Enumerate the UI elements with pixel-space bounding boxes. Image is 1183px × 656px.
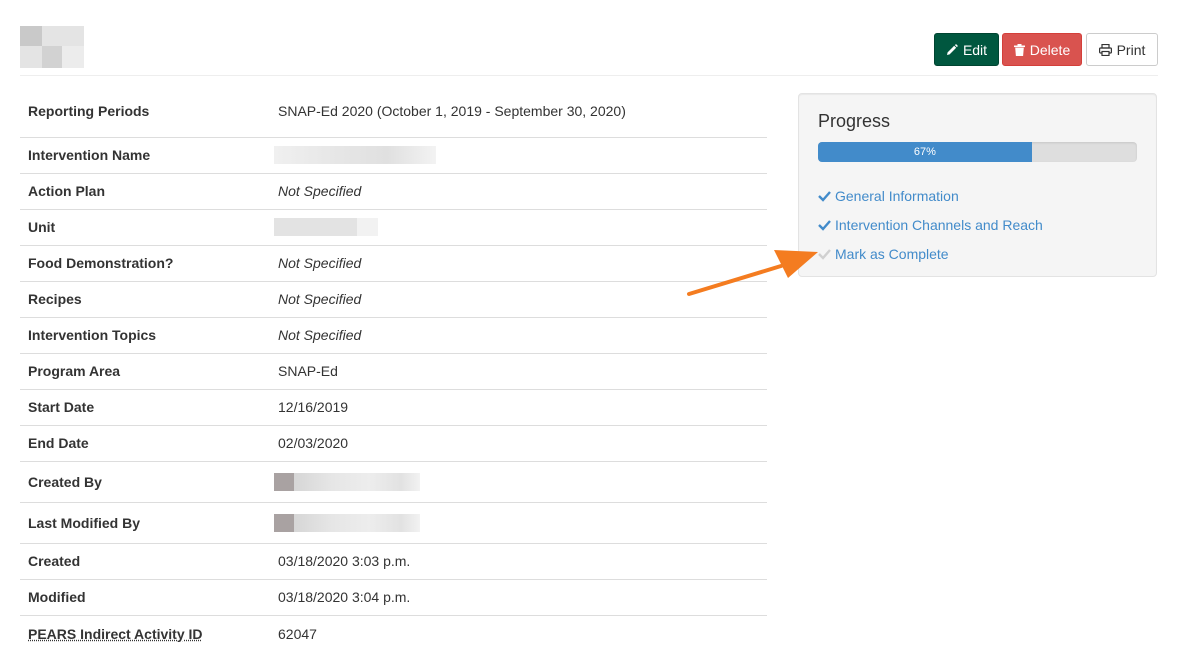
delete-button[interactable]: Delete	[1002, 33, 1082, 66]
row-value	[270, 137, 767, 173]
row-label: Action Plan	[28, 183, 106, 199]
step-intervention-channels: Intervention Channels and Reach	[818, 210, 1043, 239]
progress-bar-fill: 67%	[818, 142, 1032, 162]
table-row: Reporting Periods SNAP-Ed 2020 (October …	[20, 86, 767, 137]
table-row: Created 03/18/2020 3:03 p.m.	[20, 543, 767, 579]
step-link-general-information[interactable]: General Information	[835, 188, 959, 204]
mark-as-complete-link[interactable]: Mark as Complete	[835, 246, 949, 262]
table-row: PEARS Indirect Activity ID 62047	[20, 615, 767, 652]
edit-button-label: Edit	[962, 41, 988, 58]
row-label: Start Date	[28, 399, 95, 415]
row-value: 12/16/2019	[278, 399, 349, 415]
row-label: End Date	[28, 435, 89, 451]
row-value	[270, 461, 767, 502]
table-row: Recipes Not Specified	[20, 281, 767, 317]
print-button-label: Print	[1116, 41, 1146, 58]
redacted-value	[274, 472, 420, 491]
row-label: Recipes	[28, 291, 82, 307]
edit-button[interactable]: Edit	[934, 33, 999, 66]
row-label: Modified	[28, 589, 86, 605]
row-label: Unit	[28, 219, 56, 235]
abbreviation-label[interactable]: PEARS Indirect Activity ID	[28, 626, 203, 642]
redacted-value	[274, 218, 378, 237]
step-link-intervention-channels[interactable]: Intervention Channels and Reach	[835, 217, 1043, 233]
page-title-redacted	[20, 26, 84, 68]
redacted-value	[274, 146, 436, 165]
row-value: 02/03/2020	[278, 435, 349, 451]
details-table: Reporting Periods SNAP-Ed 2020 (October …	[20, 86, 767, 652]
header-divider	[20, 75, 1158, 76]
check-icon	[818, 218, 831, 231]
step-mark-as-complete: Mark as Complete	[818, 239, 1043, 268]
row-value	[270, 502, 767, 543]
check-icon	[818, 189, 831, 202]
progress-panel: Progress 67% General Information Interve…	[798, 93, 1157, 277]
row-label: Reporting Periods	[28, 103, 150, 120]
delete-button-label: Delete	[1029, 41, 1071, 58]
print-button[interactable]: Print	[1086, 33, 1158, 66]
table-row: Last Modified By	[20, 502, 767, 543]
row-label: Last Modified By	[28, 514, 141, 531]
row-label: Intervention Name	[28, 147, 151, 163]
table-row: Unit	[20, 209, 767, 245]
row-value: 03/18/2020 3:04 p.m.	[278, 589, 411, 605]
progress-title: Progress	[818, 111, 891, 131]
progress-percent: 67%	[913, 146, 936, 158]
row-value: SNAP-Ed	[278, 363, 338, 379]
arrow-icon	[686, 238, 820, 301]
pencil-icon	[946, 43, 958, 56]
table-row: Modified 03/18/2020 3:04 p.m.	[20, 579, 767, 615]
trash-icon	[1013, 43, 1025, 56]
table-row: Food Demonstration? Not Specified	[20, 245, 767, 281]
row-value: Not Specified	[278, 183, 362, 199]
table-row: Intervention Name	[20, 137, 767, 173]
printer-icon	[1098, 43, 1112, 56]
row-label: PEARS Indirect Activity ID	[20, 615, 270, 652]
row-value: 62047	[278, 625, 317, 642]
row-label: Created	[28, 553, 81, 569]
table-row: Program Area SNAP-Ed	[20, 353, 767, 389]
row-value: Not Specified	[278, 327, 362, 343]
row-value: SNAP-Ed 2020 (October 1, 2019 - Septembe…	[278, 103, 626, 120]
row-label: Food Demonstration?	[28, 255, 174, 271]
redacted-value	[274, 513, 420, 532]
progress-bar: 67%	[818, 142, 1137, 162]
progress-steps: General Information Intervention Channel…	[818, 181, 1043, 268]
table-row: Start Date 12/16/2019	[20, 389, 767, 425]
table-row: Action Plan Not Specified	[20, 173, 767, 209]
table-row: Created By	[20, 461, 767, 502]
row-label: Program Area	[28, 363, 121, 379]
table-row: End Date 02/03/2020	[20, 425, 767, 461]
row-label: Intervention Topics	[28, 327, 157, 343]
table-row: Intervention Topics Not Specified	[20, 317, 767, 353]
row-value: 03/18/2020 3:03 p.m.	[278, 553, 411, 569]
row-label: Created By	[28, 473, 102, 490]
step-general-information: General Information	[818, 181, 1043, 210]
